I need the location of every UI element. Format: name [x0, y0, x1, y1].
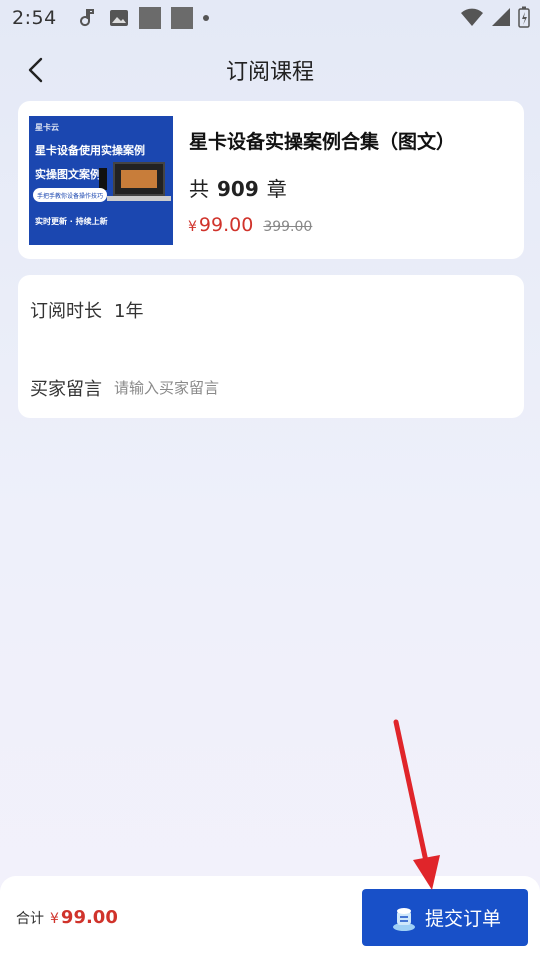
course-price: ¥99.00: [188, 214, 253, 236]
cover-headline: 星卡设备使用实操案例: [35, 144, 145, 157]
price-value: 99.00: [198, 214, 254, 236]
app-notification-icon: [138, 7, 161, 29]
checkout-bar: 合计 ¥99.00 提交订单: [0, 876, 540, 960]
course-cover-image[interactable]: 星卡云 星卡设备使用实操案例 实操图文案例 手把手教你设备操作技巧 实时更新 ·…: [29, 116, 173, 245]
original-price: 399.00: [263, 219, 313, 235]
image-icon: [109, 10, 128, 26]
cover-laptop-base-graphic: [107, 196, 171, 201]
chapter-prefix: 共: [189, 177, 209, 201]
buyer-message-input[interactable]: [114, 379, 414, 397]
back-arrow-icon[interactable]: [22, 54, 52, 86]
more-notifications-dot-icon: [202, 15, 209, 21]
total-label: 合计: [16, 911, 44, 927]
buyer-message-row: 买家留言: [30, 375, 414, 401]
submit-order-button[interactable]: 提交订单: [362, 889, 528, 946]
status-time: 2:54: [12, 7, 57, 29]
battery-icon: [518, 6, 530, 28]
app-notification-icon: [170, 7, 193, 29]
total-amount: ¥99.00: [50, 907, 118, 928]
cover-device-graphic: [99, 168, 107, 190]
price-row: ¥99.00 399.00: [188, 214, 312, 236]
order-form-card: 订阅时长 1年 买家留言: [18, 275, 524, 418]
duration-value: 1年: [114, 301, 144, 322]
submit-order-label: 提交订单: [424, 908, 501, 930]
cover-laptop-graphic: [113, 162, 165, 196]
status-system-icons: [460, 6, 530, 28]
cover-footer: 实时更新 · 持续上新: [35, 217, 108, 226]
wifi-icon: [461, 8, 483, 26]
navigation-bar: 订阅课程: [0, 44, 540, 96]
duration-label: 订阅时长: [30, 301, 102, 322]
cover-pill: 手把手教你设备操作技巧: [33, 188, 107, 202]
chapter-number: 909: [217, 177, 259, 201]
subscription-duration-row: 订阅时长 1年: [30, 297, 143, 323]
status-notification-icons: [77, 7, 209, 29]
page-title: 订阅课程: [225, 60, 314, 85]
chapter-suffix: 章: [266, 177, 287, 201]
total-currency: ¥: [50, 911, 59, 927]
order-total: 合计 ¥99.00: [16, 907, 118, 928]
coin-stack-icon: [392, 907, 415, 931]
course-card: 星卡云 星卡设备使用实操案例 实操图文案例 手把手教你设备操作技巧 实时更新 ·…: [18, 101, 524, 259]
cover-subheadline: 实操图文案例: [35, 168, 101, 181]
cover-brand: 星卡云: [35, 123, 59, 132]
status-bar: 2:54: [0, 0, 540, 36]
course-title: 星卡设备实操案例合集（图文）: [189, 131, 456, 153]
price-currency: ¥: [188, 219, 197, 235]
chapter-count: 共 909 章: [189, 173, 287, 202]
signal-icon: [492, 8, 510, 26]
message-label: 买家留言: [30, 379, 102, 400]
music-note-icon: [79, 9, 94, 27]
total-value: 99.00: [60, 907, 118, 928]
